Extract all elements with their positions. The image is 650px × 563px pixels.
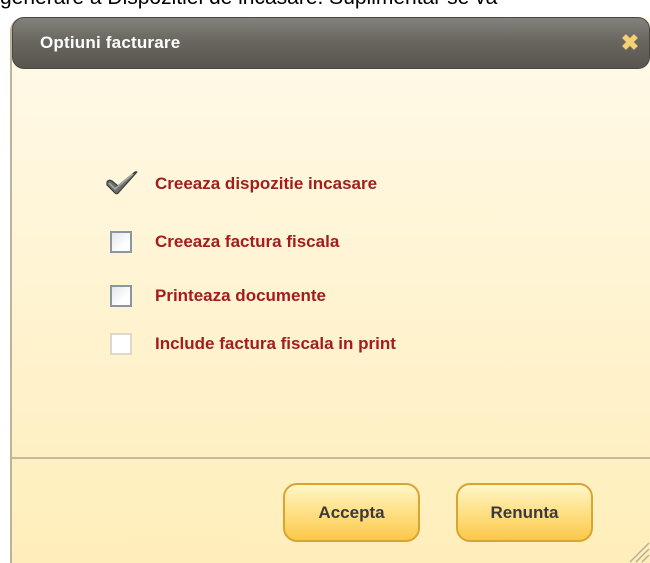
accept-button[interactable]: Accepta xyxy=(283,483,420,542)
print-documents-checkbox[interactable] xyxy=(110,285,132,307)
include-invoice-in-print-checkbox xyxy=(110,333,132,355)
create-fiscal-invoice-checkbox[interactable] xyxy=(110,231,132,253)
dialog-title-bar[interactable]: Optiuni facturare ✖ xyxy=(12,17,650,69)
divider xyxy=(12,457,650,459)
close-icon[interactable]: ✖ xyxy=(617,30,643,56)
resize-grip-icon[interactable] xyxy=(624,537,650,563)
page: generare a Dispozitiei de incasare. Supl… xyxy=(0,0,650,563)
option-label: Creeaza factura fiscala xyxy=(155,232,340,251)
option-label: Include factura fiscala in print xyxy=(155,334,396,353)
checkmark-icon[interactable] xyxy=(104,169,140,204)
dialog-title: Optiuni facturare xyxy=(40,33,181,52)
background-text: generare a Dispozitiei de incasare. Supl… xyxy=(0,0,497,10)
billing-options-dialog: Optiuni facturare ✖ Creeaza dispozitie i… xyxy=(10,17,650,563)
cancel-button[interactable]: Renunta xyxy=(456,483,593,542)
option-label: Printeaza documente xyxy=(155,286,326,305)
option-label: Creeaza dispozitie incasare xyxy=(155,174,378,193)
